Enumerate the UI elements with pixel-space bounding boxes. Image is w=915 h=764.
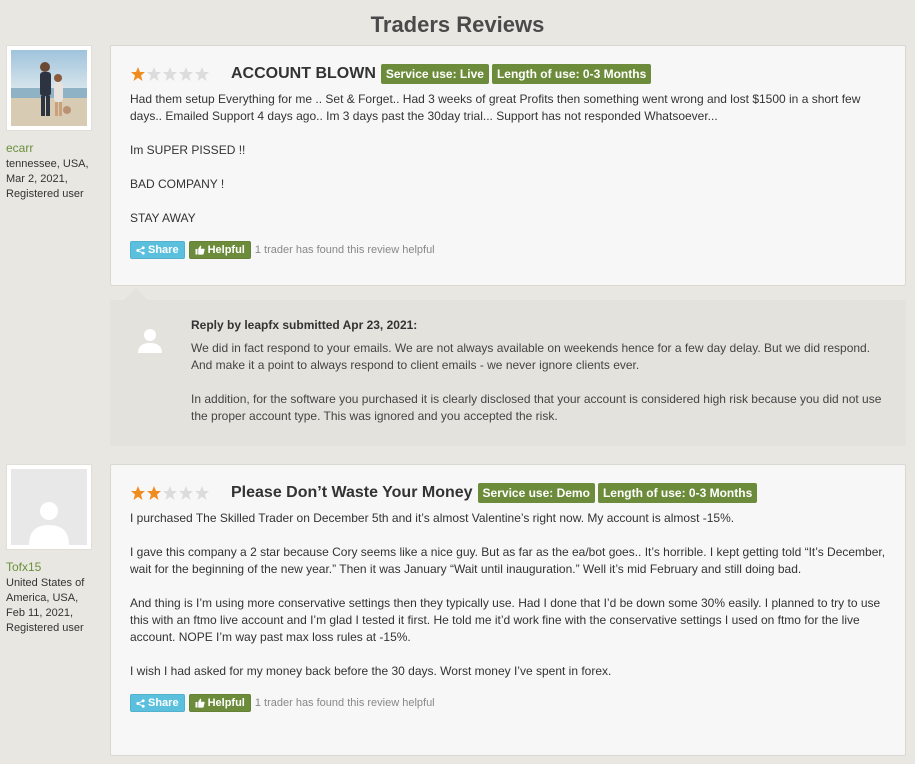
star-icon — [147, 486, 161, 500]
star-icon — [163, 67, 177, 81]
review-header: ACCOUNT BLOWN Service use: Live Length o… — [130, 63, 887, 85]
share-icon — [136, 698, 145, 708]
review-card: Please Don’t Waste Your Money Service us… — [110, 464, 906, 756]
user-meta: ecarr tennessee, USA, Mar 2, 2021, Regis… — [6, 141, 106, 202]
length-of-use-badge: Length of use: 0-3 Months — [597, 483, 758, 503]
review-paragraph: STAY AWAY — [130, 211, 196, 225]
review-title: Please Don’t Waste Your Money — [231, 484, 473, 501]
username-link[interactable]: Tofx15 — [6, 560, 106, 575]
reply-body: We did in fact respond to your emails. W… — [191, 340, 888, 425]
review-body: Had them setup Everything for me .. Set … — [130, 91, 887, 227]
helpful-button[interactable]: Helpful — [188, 241, 251, 259]
user-location: tennessee, USA, — [6, 158, 89, 170]
default-avatar-icon — [29, 502, 69, 545]
review-actions: Share Helpful 1 trader has found this re… — [130, 694, 887, 712]
service-use-badge: Service use: Live — [380, 64, 489, 84]
share-icon — [136, 245, 145, 255]
review-body: I purchased The Skilled Trader on Decemb… — [130, 510, 887, 680]
star-rating — [130, 66, 210, 82]
star-rating — [130, 485, 210, 501]
username-link[interactable]: ecarr — [6, 141, 106, 156]
reply-pointer — [124, 288, 148, 300]
avatar[interactable] — [6, 45, 92, 131]
review-paragraph: And thing is I’m using more conservative… — [130, 596, 881, 644]
length-of-use-badge: Length of use: 0-3 Months — [491, 64, 652, 84]
review-header: Please Don’t Waste Your Money Service us… — [130, 482, 887, 504]
share-button[interactable]: Share — [130, 241, 185, 259]
company-reply: Reply by leapfx submitted Apr 23, 2021: … — [110, 288, 906, 446]
helpful-label: Helpful — [207, 244, 245, 256]
reply-paragraph: In addition, for the software you purcha… — [191, 392, 882, 423]
user-date: Feb 11, 2021, — [6, 607, 74, 619]
user-photo — [11, 50, 87, 126]
star-icon — [131, 67, 145, 81]
thumbs-up-icon — [195, 698, 205, 708]
star-icon — [179, 67, 193, 81]
user-status: Registered user — [6, 622, 84, 634]
share-label: Share — [148, 697, 179, 709]
avatar[interactable] — [6, 464, 92, 550]
star-icon — [195, 486, 209, 500]
star-icon — [179, 486, 193, 500]
user-date: Mar 2, 2021, — [6, 173, 68, 185]
star-icon — [147, 67, 161, 81]
thumbs-up-icon — [195, 245, 205, 255]
review-paragraph: I purchased The Skilled Trader on Decemb… — [130, 511, 735, 525]
helpful-count-text: 1 trader has found this review helpful — [254, 697, 435, 709]
share-label: Share — [148, 244, 179, 256]
helpful-label: Helpful — [207, 697, 245, 709]
star-icon — [131, 486, 145, 500]
review-actions: Share Helpful 1 trader has found this re… — [130, 241, 887, 259]
service-use-badge: Service use: Demo — [477, 483, 595, 503]
star-icon — [195, 67, 209, 81]
review-card: ACCOUNT BLOWN Service use: Live Length o… — [110, 45, 906, 286]
review-paragraph: Im SUPER PISSED !! — [130, 143, 246, 157]
review-paragraph: I gave this company a 2 star because Cor… — [130, 545, 886, 576]
user-meta: Tofx15 United States of America, USA, Fe… — [6, 560, 106, 636]
page-title: Traders Reviews — [370, 12, 545, 37]
user-location: United States of America, USA, — [6, 577, 85, 604]
helpful-count-text: 1 trader has found this review helpful — [254, 244, 435, 256]
reply-heading: Reply by leapfx submitted Apr 23, 2021: — [191, 318, 418, 332]
share-button[interactable]: Share — [130, 694, 185, 712]
review-paragraph: BAD COMPANY ! — [130, 177, 225, 191]
helpful-button[interactable]: Helpful — [188, 694, 251, 712]
user-silhouette-icon — [138, 329, 162, 353]
user-status: Registered user — [6, 188, 84, 200]
review-title: ACCOUNT BLOWN — [231, 65, 376, 82]
star-icon — [163, 486, 177, 500]
review-paragraph: Had them setup Everything for me .. Set … — [130, 92, 861, 123]
review-paragraph: I wish I had asked for my money back bef… — [130, 664, 612, 678]
reply-paragraph: We did in fact respond to your emails. W… — [191, 341, 871, 372]
